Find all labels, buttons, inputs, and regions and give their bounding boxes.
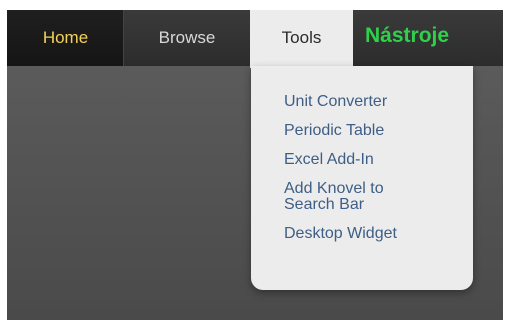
top-navigation-bar: Home Browse Tools Nástroje	[7, 10, 503, 68]
tools-menu-list: Unit Converter Periodic Table Excel Add-…	[284, 94, 454, 255]
menu-item-unit-converter[interactable]: Unit Converter	[284, 94, 454, 110]
nav-tools[interactable]: Tools	[250, 10, 353, 68]
nav-browse[interactable]: Browse	[124, 10, 250, 66]
page-frame: Home Browse Tools Nástroje Unit Converte…	[7, 10, 503, 320]
tools-translation-label: Nástroje	[365, 24, 450, 47]
menu-item-excel-add-in[interactable]: Excel Add-In	[284, 152, 454, 168]
tools-dropdown-menu: Unit Converter Periodic Table Excel Add-…	[251, 66, 473, 290]
menu-item-desktop-widget[interactable]: Desktop Widget	[284, 226, 454, 242]
menu-item-periodic-table[interactable]: Periodic Table	[284, 123, 454, 139]
menu-item-add-to-search-bar[interactable]: Add Knovel to Search Bar	[284, 181, 454, 213]
nav-home[interactable]: Home	[7, 10, 124, 66]
